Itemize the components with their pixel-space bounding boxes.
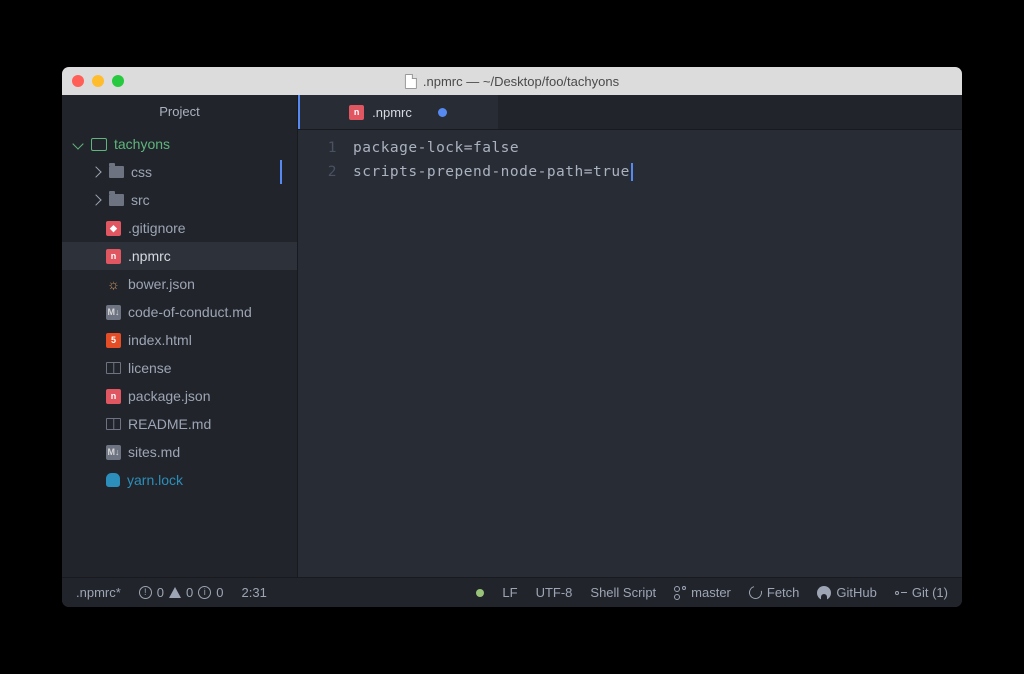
file-label: README.md [128,416,211,432]
tree-file[interactable]: yarn.lock [62,466,297,494]
status-diagnostics[interactable]: !0 0 i0 [139,585,224,600]
github-label: GitHub [836,585,876,600]
traffic-lights [72,75,124,87]
folder-label: src [131,192,150,208]
tree-file[interactable]: ◆ .gitignore [62,214,297,242]
status-fetch[interactable]: Fetch [749,585,800,600]
readme-icon [106,418,121,430]
cursor-icon [631,163,633,181]
tab-label: .npmrc [372,105,412,120]
status-eol[interactable]: LF [502,585,517,600]
code-text: package-lock=false [353,140,519,156]
tab-npmrc[interactable]: n .npmrc [298,95,498,129]
markdown-icon: M↓ [106,445,121,460]
git-icon: ◆ [106,221,121,236]
body: Project tachyons css src [62,95,962,577]
git-graph-icon [895,591,907,595]
file-label: bower.json [128,276,195,292]
window: .npmrc — ~/Desktop/foo/tachyons Project … [62,67,962,607]
code-text: scripts-prepend-node-path=true [353,164,630,180]
window-title-text: .npmrc — ~/Desktop/foo/tachyons [423,74,619,89]
status-filename[interactable]: .npmrc* [76,585,121,600]
npm-icon: n [106,389,121,404]
editor[interactable]: 1 2 package-lock=false scripts-prepend-n… [298,130,962,577]
file-tree[interactable]: tachyons css src ◆ .gitignore n [62,128,297,577]
code-line[interactable]: scripts-prepend-node-path=true [353,160,962,184]
close-icon[interactable] [72,75,84,87]
project-icon [91,138,107,151]
file-label: license [128,360,172,376]
npm-icon: n [106,249,121,264]
tree-file[interactable]: n package.json [62,382,297,410]
file-label: package.json [128,388,211,404]
status-grammar[interactable]: Shell Script [590,585,656,600]
folder-label: css [131,164,152,180]
statusbar: .npmrc* !0 0 i0 2:31 LF UTF-8 Shell Scri… [62,577,962,607]
folder-icon [109,194,124,206]
code[interactable]: package-lock=false scripts-prepend-node-… [353,136,962,577]
warn-icon [169,587,181,598]
status-branch[interactable]: master [674,585,731,600]
chevron-down-icon[interactable] [72,138,83,149]
tree-file-selected[interactable]: n .npmrc [62,242,297,270]
window-title: .npmrc — ~/Desktop/foo/tachyons [405,74,619,89]
folder-icon [109,166,124,178]
root-label: tachyons [114,136,170,152]
modified-indicator-icon [438,108,447,117]
html-icon: 5 [106,333,121,348]
warn-count: 0 [186,585,193,600]
editor-area: n .npmrc 1 2 package-lock=false scripts-… [297,95,962,577]
file-label: yarn.lock [127,472,183,488]
minimize-icon[interactable] [92,75,104,87]
github-icon [817,586,831,600]
tree-root[interactable]: tachyons [62,130,297,158]
tree-folder[interactable]: src [62,186,297,214]
error-count: 0 [157,585,164,600]
info-icon: i [198,586,211,599]
tree-file[interactable]: 5 index.html [62,326,297,354]
error-icon: ! [139,586,152,599]
file-label: .npmrc [128,248,171,264]
line-number: 2 [298,160,337,184]
branch-label: master [691,585,731,600]
code-line[interactable]: package-lock=false [353,136,962,160]
tree-file[interactable]: M↓ sites.md [62,438,297,466]
status-encoding[interactable]: UTF-8 [536,585,573,600]
file-label: code-of-conduct.md [128,304,252,320]
file-label: .gitignore [128,220,186,236]
git-label: Git (1) [912,585,948,600]
zoom-icon[interactable] [112,75,124,87]
tree-file[interactable]: README.md [62,410,297,438]
tree-file[interactable]: ☼ bower.json [62,270,297,298]
file-label: sites.md [128,444,180,460]
info-count: 0 [216,585,223,600]
sidebar-header: Project [62,95,297,128]
fetch-label: Fetch [767,585,800,600]
line-number: 1 [298,136,337,160]
clean-dot-icon [476,589,484,597]
status-github[interactable]: GitHub [817,585,876,600]
yarn-icon [106,473,120,487]
gutter: 1 2 [298,136,353,577]
chevron-right-icon[interactable] [90,194,101,205]
status-git[interactable]: Git (1) [895,585,948,600]
bower-icon: ☼ [106,277,121,292]
branch-icon [674,586,686,600]
tree-file[interactable]: M↓ code-of-conduct.md [62,298,297,326]
npm-icon: n [349,105,364,120]
tree-file[interactable]: license [62,354,297,382]
license-icon [106,362,121,374]
file-label: index.html [128,332,192,348]
tabbar: n .npmrc [298,95,962,130]
tree-folder[interactable]: css [62,158,297,186]
sidebar: Project tachyons css src [62,95,297,577]
status-clean[interactable] [476,589,484,597]
titlebar[interactable]: .npmrc — ~/Desktop/foo/tachyons [62,67,962,95]
file-icon [405,74,417,89]
markdown-icon: M↓ [106,305,121,320]
chevron-right-icon[interactable] [90,166,101,177]
status-cursor-pos[interactable]: 2:31 [242,585,267,600]
sync-icon [747,584,765,602]
